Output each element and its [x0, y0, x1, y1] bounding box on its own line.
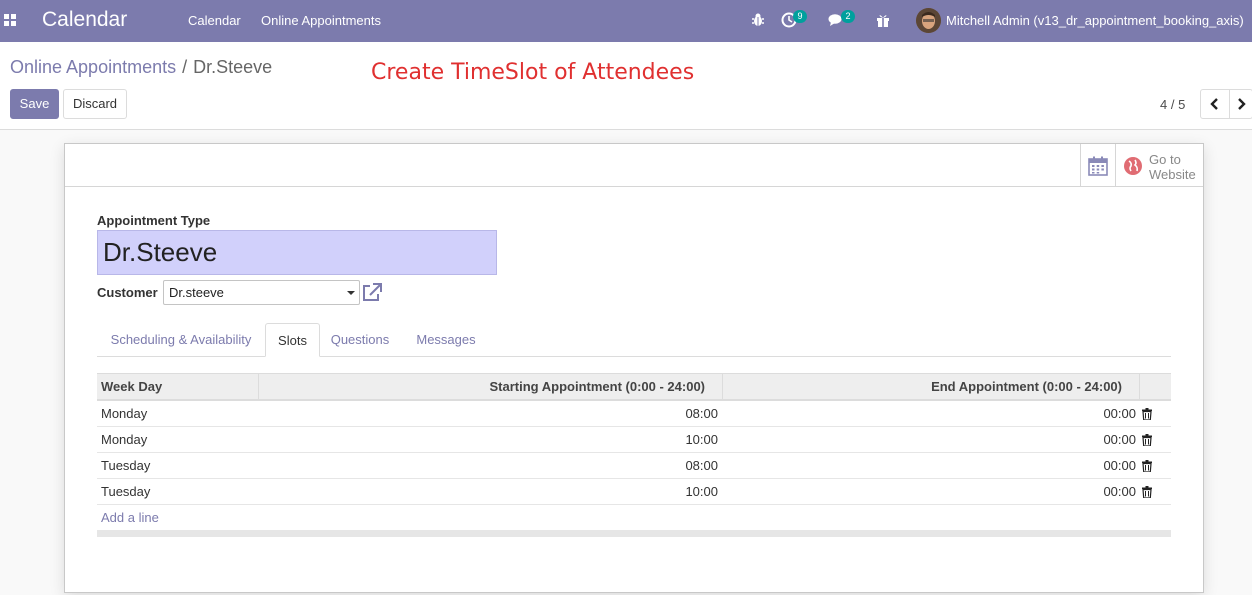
trash-icon[interactable]	[1142, 486, 1152, 498]
add-line-link[interactable]: Add a line	[101, 505, 159, 531]
column-starting-appointment[interactable]: Starting Appointment (0:00 - 24:00)	[259, 374, 705, 400]
calendar-icon	[1088, 156, 1108, 176]
breadcrumb-parent[interactable]: Online Appointments	[10, 57, 176, 77]
trash-icon[interactable]	[1142, 408, 1152, 420]
table-row[interactable]: Tuesday 08:00 00:00	[97, 453, 1171, 479]
go-to-website-label: Go to Website	[1149, 152, 1201, 182]
table-row[interactable]: Tuesday 10:00 00:00	[97, 479, 1171, 505]
breadcrumb: Online Appointments / Dr.Steeve	[10, 57, 272, 78]
tab-slots[interactable]: Slots	[265, 323, 320, 357]
calendar-smart-button[interactable]	[1080, 144, 1115, 187]
table-footer	[97, 531, 1171, 537]
tab-messages[interactable]: Messages	[400, 323, 492, 357]
cell-start-time[interactable]: 08:00	[259, 401, 718, 427]
control-panel: Online Appointments / Dr.Steeve Create Tim…	[0, 42, 1252, 130]
cell-start-time[interactable]: 10:00	[259, 479, 718, 505]
cell-week-day[interactable]: Tuesday	[101, 479, 150, 505]
trash-icon[interactable]	[1142, 434, 1152, 446]
pager-next-button[interactable]	[1229, 89, 1252, 119]
avatar[interactable]	[916, 8, 941, 33]
go-to-website-line1: Go to	[1149, 152, 1181, 167]
apps-icon[interactable]	[4, 14, 16, 26]
cell-start-time[interactable]: 10:00	[259, 427, 718, 453]
cell-start-time[interactable]: 08:00	[259, 453, 718, 479]
cell-end-time[interactable]: 00:00	[723, 479, 1136, 505]
app-title[interactable]: Calendar	[42, 8, 127, 32]
user-name[interactable]: Mitchell Admin (v13_dr_appointment_booki…	[946, 13, 1244, 28]
cell-end-time[interactable]: 00:00	[723, 427, 1136, 453]
customer-value: Dr.steeve	[169, 285, 224, 300]
appointment-type-input[interactable]: Dr.Steeve	[97, 230, 497, 275]
discard-button[interactable]: Discard	[63, 89, 127, 119]
menu-calendar[interactable]: Calendar	[188, 13, 241, 28]
notebook-tabs: Scheduling & Availability Slots Question…	[97, 323, 1171, 357]
tab-scheduling-availability[interactable]: Scheduling & Availability	[97, 323, 265, 357]
activity-badge: 9	[793, 10, 807, 23]
trash-icon[interactable]	[1142, 460, 1152, 472]
table-row[interactable]: Monday 08:00 00:00	[97, 401, 1171, 427]
go-to-website-button[interactable]: Go to Website	[1115, 144, 1203, 187]
table-header: Week Day Starting Appointment (0:00 - 24…	[97, 373, 1171, 401]
column-week-day[interactable]: Week Day	[101, 374, 162, 400]
column-end-appointment[interactable]: End Appointment (0:00 - 24:00)	[723, 374, 1122, 400]
message-badge: 2	[841, 10, 855, 23]
chevron-right-icon	[1238, 98, 1246, 110]
menu-online-appointments[interactable]: Online Appointments	[261, 13, 381, 28]
save-button[interactable]: Save	[10, 89, 59, 119]
table-row[interactable]: Monday 10:00 00:00	[97, 427, 1171, 453]
customer-select[interactable]: Dr.steeve	[163, 280, 360, 305]
cell-week-day[interactable]: Monday	[101, 427, 147, 453]
cell-end-time[interactable]: 00:00	[723, 453, 1136, 479]
add-line-row: Add a line	[97, 505, 1171, 531]
pager-value[interactable]: 4 / 5	[1160, 97, 1185, 112]
gift-icon[interactable]	[875, 12, 891, 28]
cell-end-time[interactable]: 00:00	[723, 401, 1136, 427]
go-to-website-line2: Website	[1149, 167, 1196, 182]
bug-icon[interactable]	[750, 12, 766, 28]
smart-button-box: Go to Website	[65, 144, 1203, 187]
cell-week-day[interactable]: Monday	[101, 401, 147, 427]
breadcrumb-separator: /	[182, 57, 188, 77]
annotation-caption: Create TimeSlot of Attendees	[371, 60, 695, 85]
breadcrumb-current: Dr.Steeve	[193, 57, 273, 77]
external-link-icon[interactable]	[362, 283, 382, 302]
tab-questions[interactable]: Questions	[320, 323, 400, 357]
globe-icon	[1124, 157, 1142, 175]
top-navbar: Calendar Calendar Online Appointments 9 …	[0, 0, 1252, 42]
chevron-left-icon	[1210, 98, 1218, 110]
form-sheet: Go to Website Appointment Type Dr.Steeve…	[64, 143, 1204, 593]
appointment-type-label: Appointment Type	[97, 213, 211, 228]
slots-table: Week Day Starting Appointment (0:00 - 24…	[97, 373, 1171, 537]
cell-week-day[interactable]: Tuesday	[101, 453, 150, 479]
caret-down-icon	[347, 291, 355, 295]
customer-label: Customer	[97, 285, 158, 300]
pager-previous-button[interactable]	[1200, 89, 1230, 119]
